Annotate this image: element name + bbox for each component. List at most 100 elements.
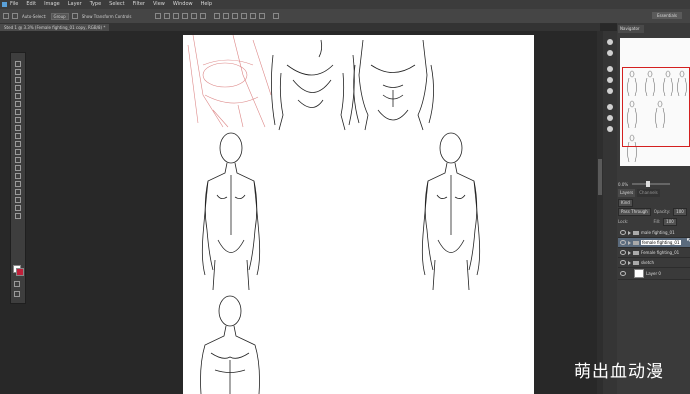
layer-row-selected[interactable]: female fighting_01 [618,238,690,248]
auto-select-dropdown[interactable]: Group [50,12,69,20]
align-right-icon[interactable] [200,13,207,19]
visibility-eye-icon[interactable] [620,240,626,245]
expand-arrow-icon[interactable] [628,260,631,265]
visibility-eye-icon[interactable] [620,260,626,265]
layer-row[interactable]: Female fighting_01 [618,248,690,258]
distribute-center-icon[interactable] [250,13,257,19]
figure-middle-left [201,132,261,291]
zoom-tool-icon[interactable] [15,213,21,219]
3d-mode-icon[interactable] [273,13,280,19]
distribute-bottom-icon[interactable] [232,13,239,19]
cursor-icon: ↖ [686,236,690,245]
history-brush-tool-icon[interactable] [15,133,21,139]
menu-image[interactable]: Image [44,0,60,9]
clone-stamp-tool-icon[interactable] [15,125,21,131]
screen-mode-icon[interactable] [14,291,20,297]
align-bottom-icon[interactable] [173,13,180,19]
align-middle-icon[interactable] [164,13,171,19]
top-figure-1 [271,39,355,131]
expand-arrow-icon[interactable] [628,230,631,235]
distribute-left-icon[interactable] [241,13,248,19]
menu-file[interactable]: File [10,0,18,9]
menu-edit[interactable]: Edit [26,0,36,9]
blend-mode-dropdown[interactable]: Pass Through [618,207,651,216]
show-transform-checkbox[interactable] [71,13,78,19]
marquee-tool-icon[interactable] [15,69,21,75]
distribute-top-icon[interactable] [214,13,221,19]
layer-name[interactable]: Layer 0 [646,271,661,276]
eraser-tool-icon[interactable] [15,141,21,147]
blur-tool-icon[interactable] [15,157,21,163]
quick-select-tool-icon[interactable] [15,85,21,91]
panel-icon-strip [603,31,617,394]
navigator-tab[interactable]: Navigator [618,25,644,33]
menu-filter[interactable]: Filter [133,0,145,9]
expand-arrow-icon[interactable] [628,240,631,245]
scrollbar-thumb[interactable] [598,159,602,195]
document-canvas[interactable] [183,35,534,394]
workspace-switcher[interactable]: Essentials [652,12,682,19]
dodge-tool-icon[interactable] [15,165,21,171]
tab-layers[interactable]: Layers [618,189,636,197]
fill-input[interactable]: 100 [663,217,677,226]
gradient-tool-icon[interactable] [15,149,21,155]
layer-name-edit-field[interactable]: female fighting_01 [641,240,681,245]
visibility-eye-icon[interactable] [620,271,626,276]
navigator-view-box[interactable] [622,67,690,147]
expand-arrow-icon[interactable] [628,250,631,255]
path-select-tool-icon[interactable] [15,189,21,195]
visibility-eye-icon[interactable] [620,230,626,235]
move-tool-icon[interactable] [15,61,21,67]
opacity-label: Opacity: [653,209,671,214]
align-center-icon[interactable] [191,13,198,19]
layer-row[interactable]: Layer 0 [618,268,690,280]
distribute-right-icon[interactable] [259,13,266,19]
folder-icon [633,230,639,235]
layer-row[interactable]: male fighting_01 [618,228,690,238]
visibility-eye-icon[interactable] [620,250,626,255]
checkbox-icon[interactable] [12,13,18,19]
figure-bottom-left [200,295,260,394]
lasso-tool-icon[interactable] [15,77,21,83]
styles-panel-icon[interactable] [607,104,613,110]
opacity-input[interactable]: 100 [673,207,687,216]
menu-layer[interactable]: Layer [68,0,82,9]
layer-name[interactable]: male fighting_01 [641,230,675,235]
type-tool-icon[interactable] [15,181,21,187]
layer-row[interactable]: sketch [618,258,690,268]
history-panel-icon[interactable] [607,39,613,45]
hand-tool-icon[interactable] [15,205,21,211]
zoom-slider[interactable] [632,181,671,187]
menu-type[interactable]: Type [90,0,101,9]
align-left-icon[interactable] [182,13,189,19]
pen-tool-icon[interactable] [15,173,21,179]
eyedropper-tool-icon[interactable] [15,101,21,107]
layer-name[interactable]: Female fighting_01 [641,250,679,255]
background-color-swatch[interactable] [16,268,24,276]
brush-tool-icon[interactable] [15,117,21,123]
menu-help[interactable]: Help [201,0,212,9]
move-tool-icon[interactable] [3,13,9,19]
distribute-middle-icon[interactable] [223,13,230,19]
crop-tool-icon[interactable] [15,93,21,99]
healing-tool-icon[interactable] [15,109,21,115]
color-panel-icon[interactable] [607,66,613,72]
quick-mask-icon[interactable] [14,281,20,287]
paragraph-panel-icon[interactable] [607,115,613,121]
character-panel-icon[interactable] [607,126,613,132]
zoom-value[interactable]: 0.0% [618,182,628,187]
adjustments-panel-icon[interactable] [607,88,613,94]
align-top-icon[interactable] [155,13,162,19]
menu-view[interactable]: View [153,0,165,9]
actions-panel-icon[interactable] [607,50,613,56]
zoom-slider-knob[interactable] [646,181,651,187]
shape-tool-icon[interactable] [15,197,21,203]
photoshop-logo-icon[interactable] [2,2,7,7]
menu-window[interactable]: Window [173,0,193,9]
menu-select[interactable]: Select [109,0,124,9]
layer-name[interactable]: sketch [641,260,654,265]
swatches-panel-icon[interactable] [607,77,613,83]
document-tab[interactable]: Sted 1 @ 3.3% (Female fighting_01 copy, … [0,24,110,31]
layer-filter-dropdown[interactable]: Kind [618,198,633,207]
tab-channels[interactable]: Channels [637,189,660,197]
